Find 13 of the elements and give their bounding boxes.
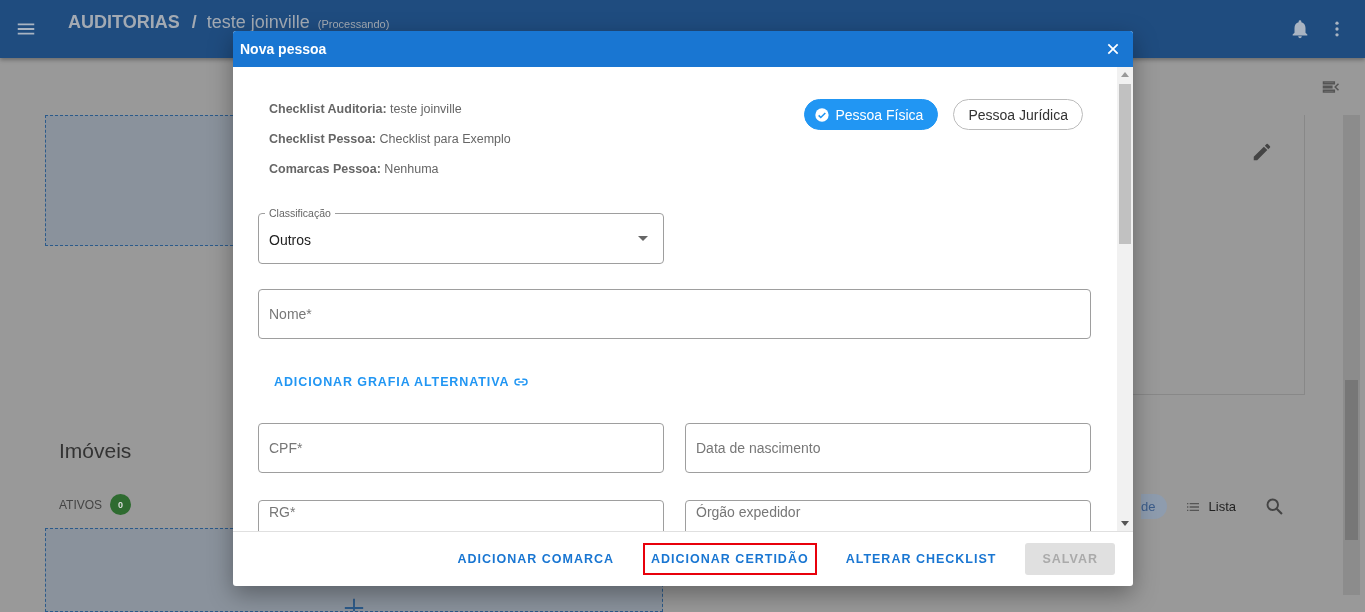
page-title: AUDITORIAS (68, 11, 180, 33)
info-line: Checklist Auditoria: teste joinville (269, 101, 463, 118)
audit-name: teste joinville (206, 11, 310, 33)
info-line: Checklist Pessoa: Checklist para Exemplo (269, 131, 511, 148)
field-label: Classificação (265, 207, 335, 219)
section-title: Imóveis (59, 438, 132, 464)
dialog-title: Nova pessoa (240, 41, 327, 57)
info-line: Comarcas Pessoa: Nenhuma (269, 161, 440, 178)
breadcrumb-separator: / (191, 11, 197, 33)
active-label: ATIVOS (59, 497, 103, 512)
status-label: (Processando) (317, 17, 390, 30)
select-value: Outros (269, 231, 311, 248)
count-badge: 0 (110, 494, 132, 515)
